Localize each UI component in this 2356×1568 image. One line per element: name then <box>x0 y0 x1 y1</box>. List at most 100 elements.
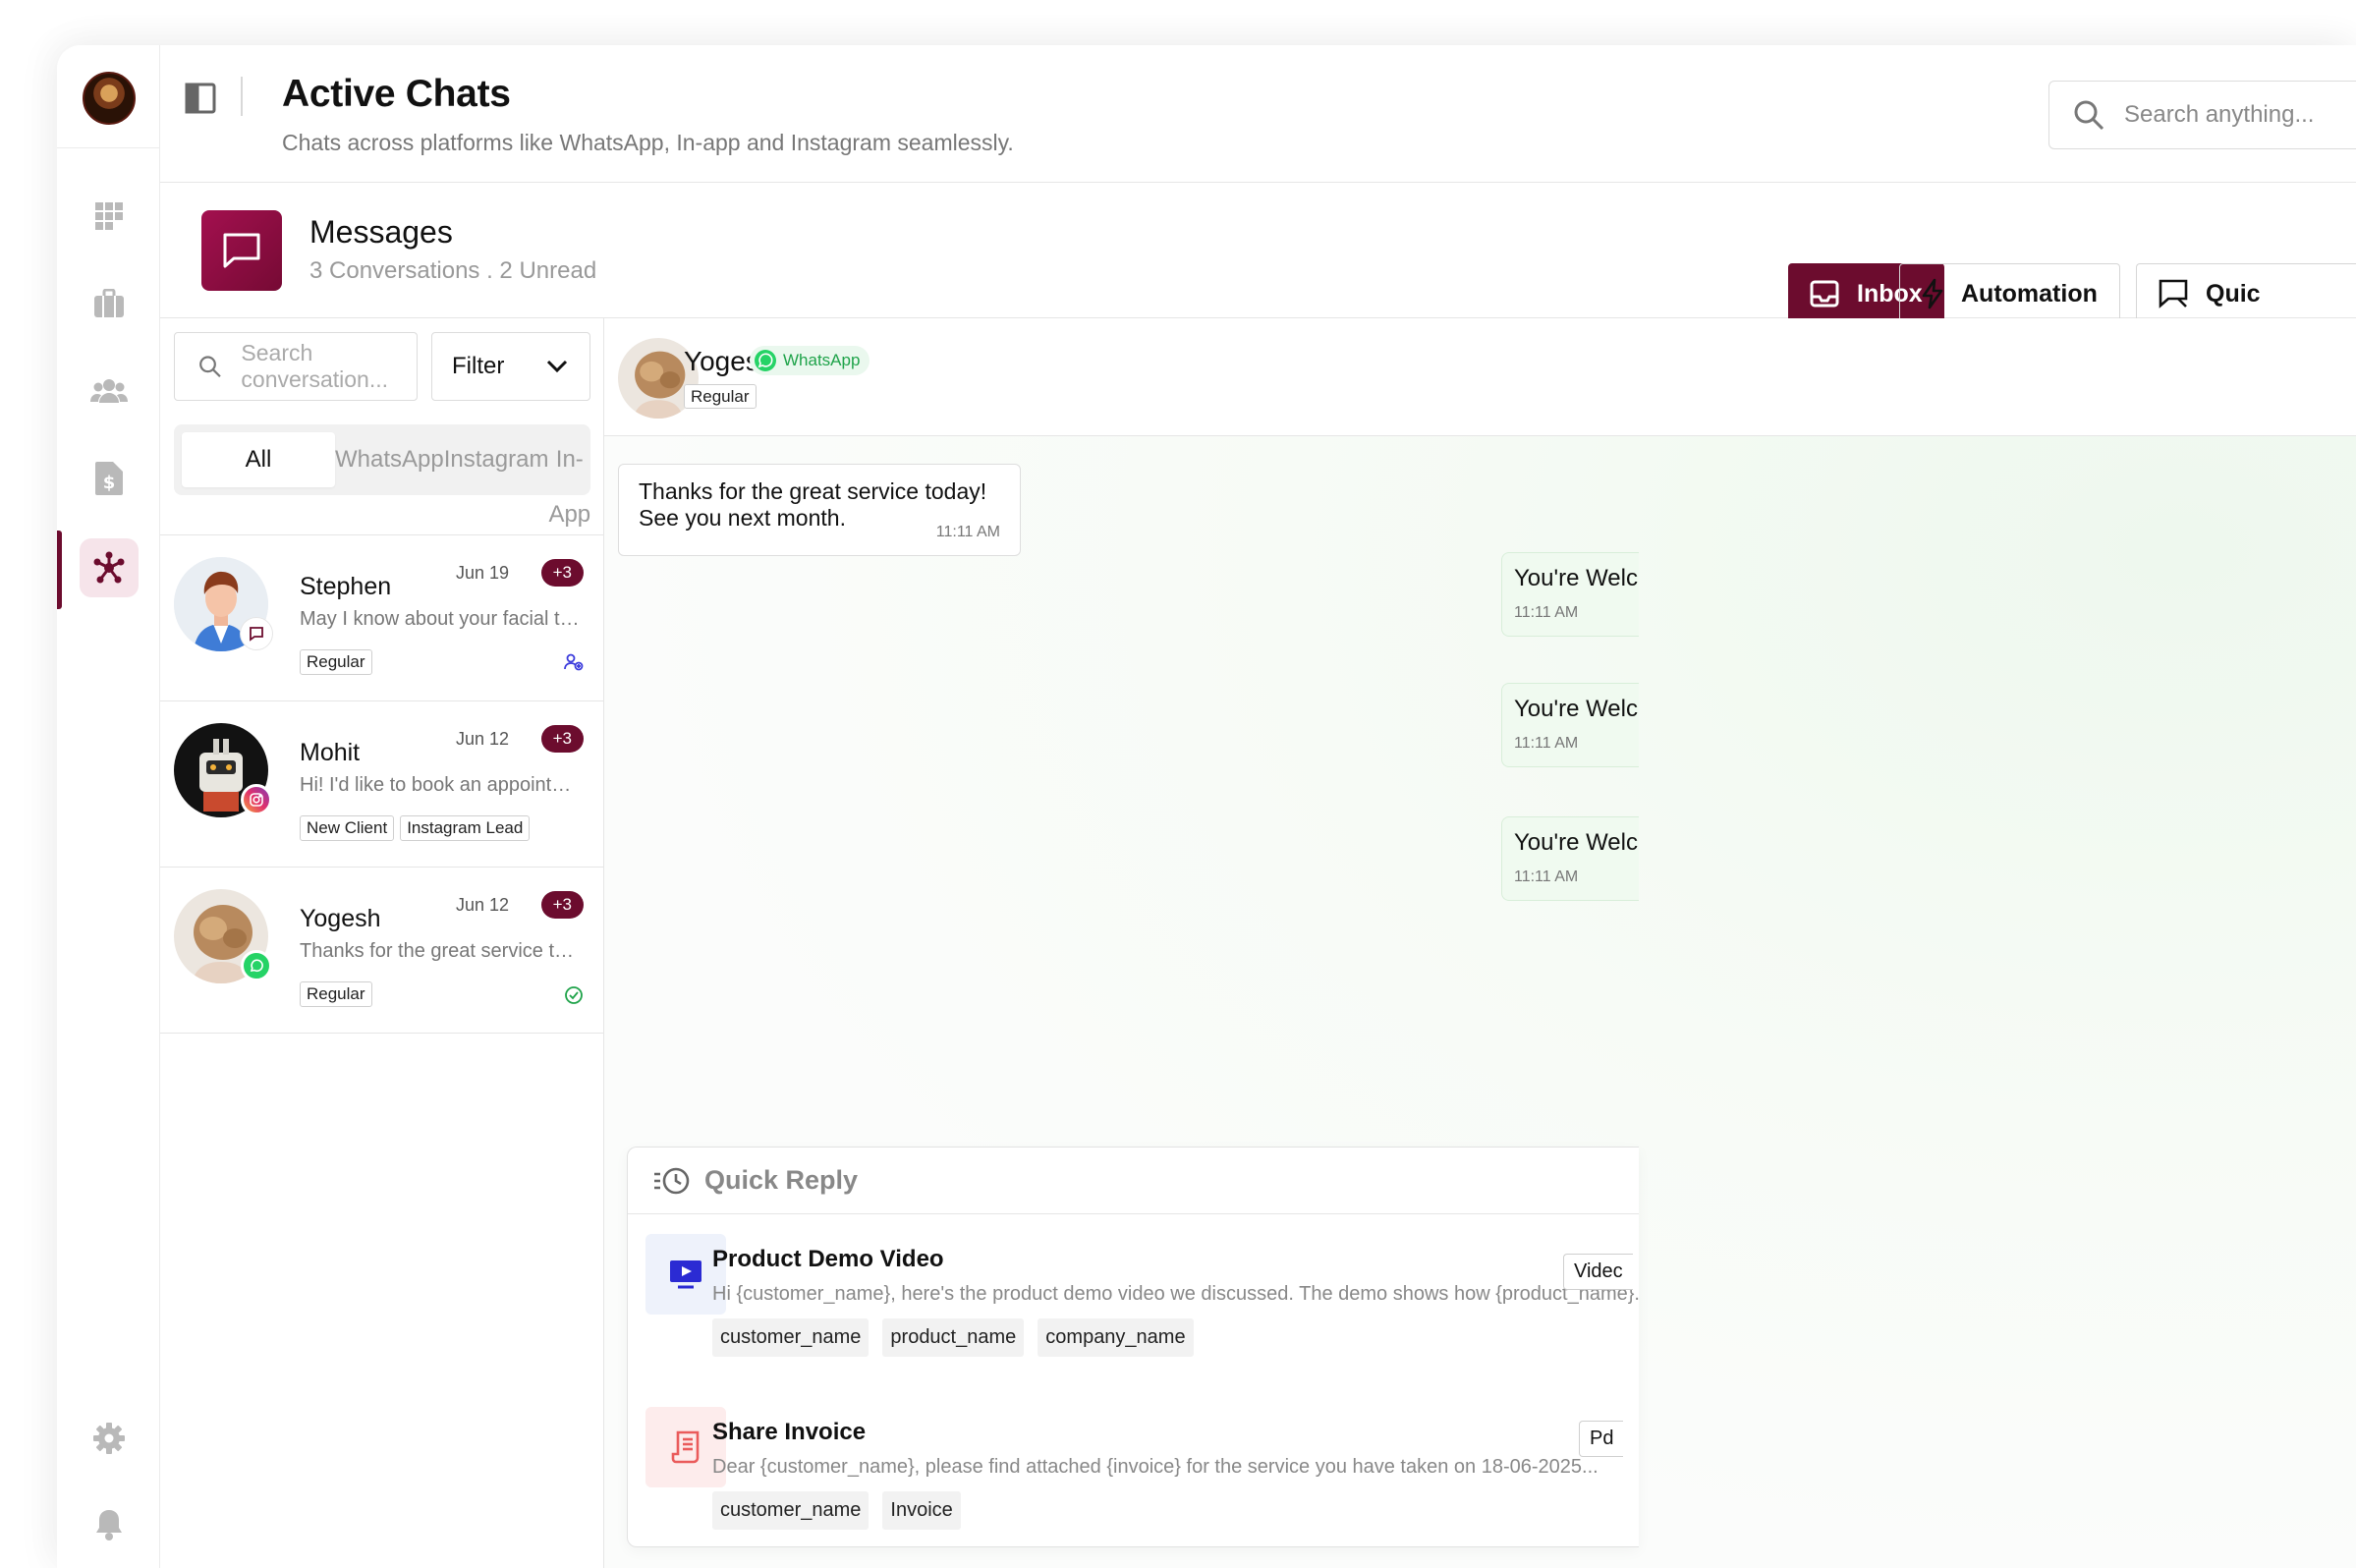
sidebar-toggle-button[interactable] <box>185 83 216 114</box>
message-preview: May I know about your facial treatment o… <box>300 608 585 630</box>
conversation-date: Jun 12 <box>455 895 509 915</box>
quick-reply-item-title: Product Demo Video <box>712 1246 944 1272</box>
channel-tabs: All WhatsApp Instagram In-App <box>174 424 590 528</box>
attachment-type-badge: Videc <box>1563 1254 1633 1290</box>
grid-icon <box>95 202 123 230</box>
variable-chip: product_name <box>882 1318 1025 1357</box>
message-time: 11:11 AM <box>1514 604 1579 621</box>
contact-name: Yogesh <box>300 905 381 932</box>
messages-summary: 3 Conversations . 2 Unread <box>309 257 597 284</box>
brand-logo[interactable] <box>83 72 136 125</box>
unread-badge: +3 <box>540 559 584 587</box>
sidebar-item-services[interactable] <box>80 274 139 333</box>
resolved-check-icon <box>564 985 584 1010</box>
tag: Instagram Lead <box>400 815 531 841</box>
message-thread: Thanks for the great service today! See … <box>604 436 2356 1568</box>
conversation-list-panel: Search conversation... Filter All WhatsA… <box>160 318 604 1568</box>
rail-divider <box>57 147 160 148</box>
quick-reply-item-desc: Dear {customer_name}, please find attach… <box>712 1456 1599 1478</box>
tab-whatsapp[interactable]: WhatsApp <box>335 432 444 487</box>
quick-reply-button[interactable]: Quic <box>2136 263 2356 324</box>
conversation-item[interactable]: Yogesh Jun 12 +3 Thanks for the great se… <box>160 868 603 1034</box>
conversation-date: Jun 19 <box>455 563 509 583</box>
automation-button-label: Automation <box>1961 279 2098 308</box>
chevron-down-icon <box>546 360 568 373</box>
panel-icon <box>185 83 216 114</box>
briefcase-icon <box>94 289 124 317</box>
unread-badge: +3 <box>540 891 584 919</box>
outgoing-message: You're Welc 11:11 AM <box>1501 552 1639 637</box>
global-search-input[interactable]: Search anything... <box>2048 81 2356 149</box>
receipt-icon <box>671 1430 700 1464</box>
bell-icon <box>96 1510 122 1540</box>
lightning-icon <box>1922 278 1943 309</box>
unread-badge: +3 <box>540 725 584 753</box>
conversation-item[interactable]: Mohit Jun 12 +3 Hi! I'd like to book an … <box>160 701 603 868</box>
sidebar-item-dashboard[interactable] <box>80 187 139 246</box>
quick-reply-title: Quick Reply <box>704 1165 859 1195</box>
header-divider <box>241 77 243 116</box>
quick-reply-button-label: Quic <box>2206 279 2261 308</box>
conversation-item[interactable]: Stephen Jun 19 +3 May I know about your … <box>160 535 603 701</box>
variable-chip: company_name <box>1038 1318 1194 1357</box>
chat-bubble-icon <box>250 627 263 642</box>
tab-instagram[interactable]: Instagram <box>444 432 549 487</box>
conversation-search-placeholder: Search conversation... <box>241 340 388 392</box>
app-window: $ Active Chats Chats across platforms li… <box>57 45 2356 1568</box>
global-search-placeholder: Search anything... <box>2124 101 2315 128</box>
sidebar-item-clients[interactable] <box>80 362 139 420</box>
channel-badge-label: WhatsApp <box>783 351 861 369</box>
quick-reply-header: Quick Reply <box>628 1148 1639 1214</box>
contact-tags: Regular <box>300 649 372 675</box>
automation-button[interactable]: Automation <box>1899 263 2120 324</box>
incoming-message: Thanks for the great service today! See … <box>618 464 1021 556</box>
sidebar-rail: $ <box>57 45 160 1568</box>
quick-reply-item-title: Share Invoice <box>712 1419 867 1445</box>
message-preview: Thanks for the great service today! See … <box>300 940 585 962</box>
contact-name: Mohit <box>300 739 361 766</box>
network-icon <box>93 551 125 584</box>
quick-reply-panel: Quick Reply Product Demo Video Hi {custo… <box>627 1147 1639 1547</box>
template-variables: customer_name product_name company_name <box>712 1318 1194 1357</box>
chat-panel: Yogesh WhatsApp Regular Thanks for the g… <box>604 318 2356 1568</box>
page-title: Active Chats <box>282 73 511 115</box>
variable-chip: customer_name <box>712 1491 869 1530</box>
inbox-icon <box>1810 280 1839 308</box>
message-preview: Hi! I'd like to book an appointment for … <box>300 774 585 796</box>
message-text: You're Welc <box>1514 565 1638 591</box>
chat-bubble-icon <box>223 233 260 268</box>
outgoing-message: You're Welc 11:11 AM <box>1501 683 1639 767</box>
invoice-icon: $ <box>95 462 123 495</box>
whatsapp-icon <box>250 959 263 972</box>
tag: New Client <box>300 815 395 841</box>
tag: Regular <box>684 384 757 409</box>
template-variables: customer_name Invoice <box>712 1491 961 1530</box>
channel-badge: WhatsApp <box>750 346 870 375</box>
quick-reply-item-desc: Hi {customer_name}, here's the product d… <box>712 1283 1639 1305</box>
svg-text:$: $ <box>103 473 116 493</box>
sidebar-item-invoices[interactable]: $ <box>80 449 139 508</box>
tag: Regular <box>300 649 372 675</box>
tab-all[interactable]: All <box>182 432 335 487</box>
active-indicator <box>57 531 62 609</box>
messages-bar: Messages 3 Conversations . 2 Unread Inbo… <box>160 183 2356 324</box>
contact-tag: Regular <box>684 384 757 409</box>
users-icon <box>90 379 128 403</box>
tag: Regular <box>300 981 372 1007</box>
sidebar-item-chats[interactable] <box>80 538 139 597</box>
contact-tags: Regular <box>300 981 372 1007</box>
gear-icon <box>93 1423 125 1454</box>
sidebar-item-notifications[interactable] <box>80 1495 139 1554</box>
messages-title: Messages <box>309 214 453 250</box>
tab-in-app[interactable]: In-App <box>548 432 590 528</box>
sidebar-item-settings[interactable] <box>80 1409 139 1468</box>
instagram-badge <box>241 784 272 815</box>
chat-channel-badge <box>241 618 272 649</box>
assign-user-icon[interactable] <box>564 653 584 676</box>
whatsapp-badge <box>241 950 272 981</box>
message-time: 11:11 AM <box>1514 868 1579 885</box>
filter-dropdown[interactable]: Filter <box>431 332 590 401</box>
conversation-search-input[interactable]: Search conversation... <box>174 332 418 401</box>
search-icon <box>199 356 221 378</box>
messages-icon-tile <box>201 210 282 291</box>
